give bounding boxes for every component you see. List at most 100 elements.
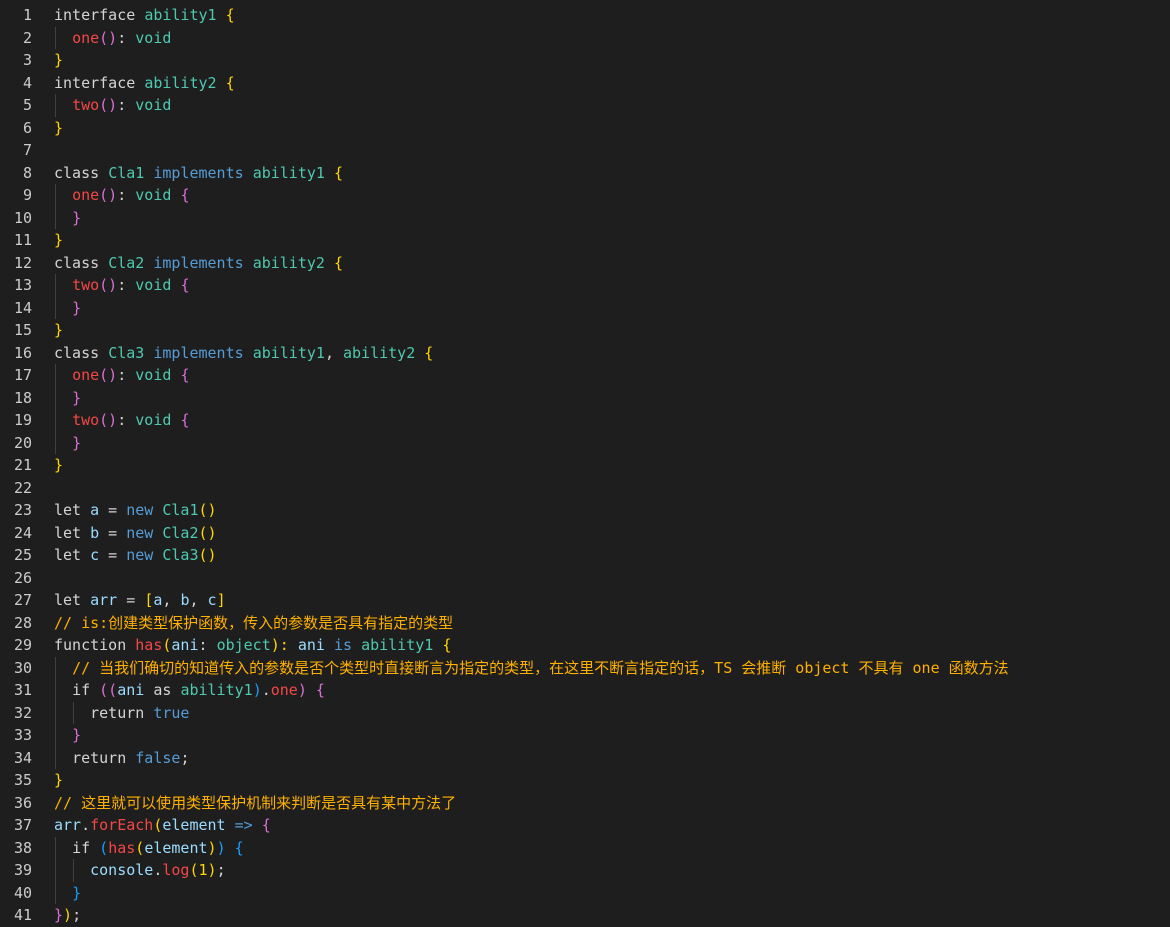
code-line[interactable]: 25 let c = new Cla3() bbox=[0, 544, 1170, 566]
code-line[interactable]: 37 arr.forEach(element => { bbox=[0, 814, 1170, 836]
code-line[interactable]: 20 } bbox=[0, 432, 1170, 454]
code-line[interactable]: 36 // 这里就可以使用类型保护机制来判断是否具有某中方法了 bbox=[0, 792, 1170, 814]
code-text: } bbox=[54, 454, 63, 476]
code-line[interactable]: 21} bbox=[0, 454, 1170, 476]
code-line[interactable]: 34 return false; bbox=[0, 747, 1170, 769]
code-line[interactable]: 17 one(): void { bbox=[0, 364, 1170, 386]
code-text: two(): void { bbox=[54, 274, 189, 296]
code-line[interactable]: 29 function has(ani: object): ani is abil… bbox=[0, 634, 1170, 656]
code-line[interactable]: 11} bbox=[0, 229, 1170, 251]
code-token: object bbox=[216, 636, 271, 654]
code-line[interactable]: 2 one(): void bbox=[0, 27, 1170, 49]
line-number: 27 bbox=[13, 591, 32, 609]
code-token: void bbox=[135, 411, 172, 429]
code-line[interactable]: 13 two(): void { bbox=[0, 274, 1170, 296]
code-line[interactable]: 32 return true bbox=[0, 702, 1170, 724]
code-line[interactable]: 10 } bbox=[0, 207, 1170, 229]
code-token: Cla3 bbox=[162, 546, 199, 564]
code-line[interactable]: 7 bbox=[0, 139, 1170, 161]
code-text: if (has(element)) { bbox=[54, 837, 244, 859]
code-line[interactable]: 19 two(): void { bbox=[0, 409, 1170, 431]
code-token: console bbox=[90, 861, 154, 879]
code-token: ability1 bbox=[144, 6, 217, 24]
code-token: () bbox=[198, 501, 217, 519]
code-token: { bbox=[225, 73, 235, 92]
code-line[interactable]: 9 one(): void { bbox=[0, 184, 1170, 206]
code-line[interactable]: 30 // 当我们确切的知道传入的参数是否个类型时直接断言为指定的类型，在这里不… bbox=[0, 657, 1170, 679]
line-number: 41 bbox=[13, 906, 32, 924]
code-token: : bbox=[117, 276, 136, 294]
code-line[interactable]: 1 interface ability1 { bbox=[0, 4, 1170, 26]
code-token: : bbox=[198, 636, 217, 654]
code-line[interactable]: 4 interface ability2 { bbox=[0, 72, 1170, 94]
code-text: let arr = [a, b, c] bbox=[54, 589, 226, 611]
line-number: 6 bbox=[22, 118, 32, 137]
code-text: }); bbox=[54, 904, 81, 926]
code-line[interactable]: 35} bbox=[0, 769, 1170, 791]
code-line[interactable]: 38 if (has(element)) { bbox=[0, 837, 1170, 859]
code-line[interactable]: 28 // is:创建类型保护函数，传入的参数是否具有指定的类型 bbox=[0, 612, 1170, 634]
code-token: = bbox=[99, 523, 127, 542]
code-token: two bbox=[72, 96, 100, 114]
code-token: { bbox=[180, 276, 190, 294]
code-token: () bbox=[198, 546, 217, 564]
code-line[interactable]: 15} bbox=[0, 319, 1170, 341]
code-token: , bbox=[324, 343, 343, 362]
code-line[interactable]: 41}); bbox=[0, 904, 1170, 926]
code-token: () bbox=[99, 276, 118, 294]
code-line[interactable]: 18 } bbox=[0, 387, 1170, 409]
code-line[interactable]: 8 class Cla1 implements ability1 { bbox=[0, 162, 1170, 184]
code-token: // 当我们确切的知道传入的参数是否个类型时直接断言为指定的类型，在这里不断言指… bbox=[72, 658, 1009, 677]
code-token: ( bbox=[99, 838, 109, 857]
code-token: Cla2 bbox=[162, 523, 199, 542]
code-token: ability1 bbox=[180, 681, 253, 699]
code-line[interactable]: 39 console.log(1); bbox=[0, 859, 1170, 881]
code-token: class bbox=[54, 343, 109, 362]
code-line[interactable]: 12 class Cla2 implements ability2 { bbox=[0, 252, 1170, 274]
code-token: ; bbox=[180, 748, 190, 767]
code-token: { bbox=[333, 163, 343, 182]
line-number: 26 bbox=[13, 568, 32, 587]
code-editor[interactable]: ▔ ▔ 1interface ability1 {2 one(): void3}… bbox=[0, 0, 1170, 927]
code-token: return bbox=[72, 748, 136, 767]
code-token: Cla1 bbox=[108, 163, 145, 182]
code-token: ) bbox=[207, 861, 217, 879]
code-token: { bbox=[315, 681, 325, 699]
code-line[interactable]: 31 if ((ani as ability1).one) { bbox=[0, 679, 1170, 701]
code-token: let bbox=[54, 546, 91, 564]
line-number: 18 bbox=[13, 388, 32, 407]
code-line[interactable]: 16 class Cla3 implements ability1, abilit… bbox=[0, 342, 1170, 364]
code-token: } bbox=[72, 433, 82, 452]
code-token: arr bbox=[54, 816, 82, 834]
code-line[interactable]: 5 two(): void bbox=[0, 94, 1170, 116]
line-number: 15 bbox=[13, 321, 32, 339]
code-line[interactable]: 22 bbox=[0, 477, 1170, 499]
code-token: () bbox=[99, 28, 118, 47]
code-line[interactable]: 33 } bbox=[0, 724, 1170, 746]
code-token: two bbox=[72, 411, 100, 429]
code-line[interactable]: 26 bbox=[0, 567, 1170, 589]
code-text: if ((ani as ability1).one) { bbox=[54, 679, 325, 701]
code-text: } bbox=[54, 49, 63, 71]
code-line[interactable]: 24 let b = new Cla2() bbox=[0, 522, 1170, 544]
line-number: 25 bbox=[13, 546, 32, 564]
code-line[interactable]: 6} bbox=[0, 117, 1170, 139]
code-line[interactable]: 23 let a = new Cla1() bbox=[0, 499, 1170, 521]
code-token: c bbox=[207, 591, 217, 609]
code-line[interactable]: 14 } bbox=[0, 297, 1170, 319]
code-token: ; bbox=[216, 861, 226, 879]
code-token: . bbox=[81, 816, 91, 834]
code-line[interactable]: 27 let arr = [a, b, c] bbox=[0, 589, 1170, 611]
code-token: } bbox=[54, 321, 64, 339]
code-line[interactable]: 40 } bbox=[0, 882, 1170, 904]
code-token: one bbox=[72, 186, 100, 204]
code-token: } bbox=[72, 726, 82, 744]
code-line[interactable]: 3} bbox=[0, 49, 1170, 71]
code-token: forEach bbox=[90, 816, 154, 834]
code-token: interface bbox=[54, 6, 145, 24]
